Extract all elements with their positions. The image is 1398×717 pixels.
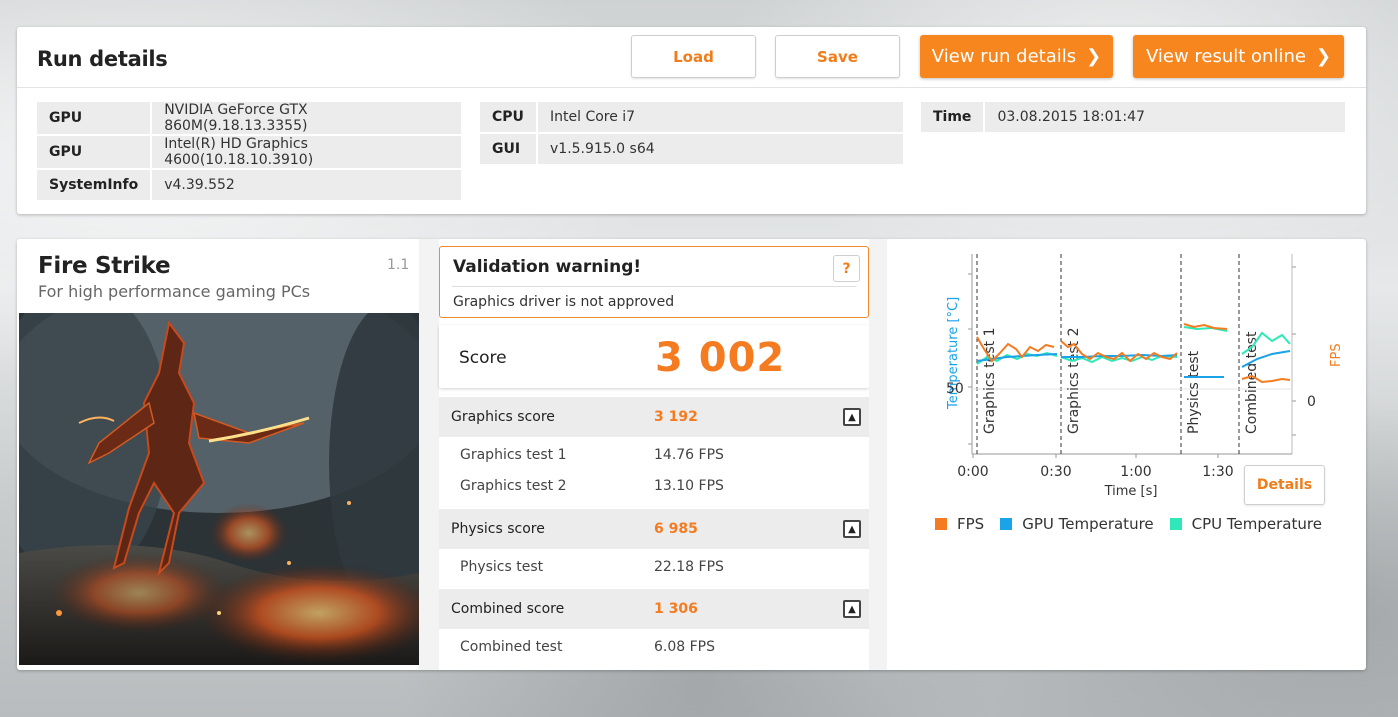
graphics-test-2-label: Graphics test 2 bbox=[460, 478, 567, 494]
info-row: GPU NVIDIA GeForce GTX 860M(9.18.13.3355… bbox=[37, 102, 461, 134]
physics-score-row[interactable]: Physics score 6 985 ▲ bbox=[439, 509, 869, 549]
legend-label: FPS bbox=[957, 515, 985, 533]
legend-swatch bbox=[1000, 518, 1013, 530]
collapse-icon[interactable]: ▲ bbox=[843, 520, 861, 538]
view-run-details-button[interactable]: View run details ❯ bbox=[920, 35, 1113, 78]
info-key: GPU bbox=[37, 102, 153, 134]
legend-label: CPU Temperature bbox=[1191, 515, 1322, 533]
view-result-online-button[interactable]: View result online ❯ bbox=[1133, 35, 1344, 78]
x-tick-label: 0:00 bbox=[957, 464, 988, 480]
load-button[interactable]: Load bbox=[631, 35, 756, 78]
validation-warning: Validation warning! ? Graphics driver is… bbox=[439, 246, 869, 318]
score-value: 3 002 bbox=[655, 335, 786, 381]
physics-test-value: 22.18 FPS bbox=[654, 559, 724, 575]
info-key: SystemInfo bbox=[37, 170, 153, 200]
graphics-test-2-value: 13.10 FPS bbox=[654, 478, 724, 494]
benchmark-version: 1.1 bbox=[387, 257, 410, 273]
info-key: Time bbox=[921, 102, 986, 132]
load-button-label: Load bbox=[673, 47, 714, 66]
legend-label: GPU Temperature bbox=[1022, 515, 1154, 533]
benchmark-title: Fire Strike bbox=[38, 253, 171, 279]
physics-score-label: Physics score bbox=[451, 521, 545, 537]
panel-separator bbox=[419, 239, 439, 670]
section-label: Graphics test 1 bbox=[982, 327, 998, 434]
physics-test-row: Physics test 22.18 FPS bbox=[439, 552, 869, 583]
total-score: Score 3 002 bbox=[439, 325, 869, 388]
legend-item-fps[interactable]: FPS bbox=[935, 515, 984, 533]
panel-separator bbox=[869, 239, 887, 670]
chevron-right-icon: ❯ bbox=[1086, 46, 1102, 67]
validation-message: Graphics driver is not approved bbox=[453, 294, 675, 310]
info-value: Intel Core i7 bbox=[538, 102, 903, 132]
info-value: Intel(R) HD Graphics 4600(10.18.10.3910) bbox=[152, 136, 461, 168]
help-button[interactable]: ? bbox=[833, 255, 860, 282]
benchmark-subtitle: For high performance gaming PCs bbox=[38, 282, 311, 301]
benchmark-panel: Fire Strike For high performance gaming … bbox=[17, 239, 1366, 670]
info-table-right: Time 03.08.2015 18:01:47 bbox=[921, 100, 1345, 134]
info-table-left: GPU NVIDIA GeForce GTX 860M(9.18.13.3355… bbox=[37, 100, 461, 202]
info-value: 03.08.2015 18:01:47 bbox=[985, 102, 1345, 132]
info-value: v1.5.915.0 s64 bbox=[538, 134, 903, 164]
info-row: GUI v1.5.915.0 s64 bbox=[480, 134, 903, 164]
right-axis-label: FPS bbox=[1329, 343, 1342, 367]
info-row: SystemInfo v4.39.552 bbox=[37, 170, 461, 200]
x-tick-label: 1:30 bbox=[1202, 464, 1233, 480]
validation-title: Validation warning! bbox=[453, 257, 642, 277]
collapse-icon[interactable]: ▲ bbox=[843, 408, 861, 426]
graphics-score-value: 3 192 bbox=[654, 409, 698, 425]
question-icon: ? bbox=[842, 260, 851, 277]
graphics-score-label: Graphics score bbox=[451, 409, 555, 425]
x-axis-label: Time [s] bbox=[1104, 484, 1158, 499]
section-label: Physics test bbox=[1186, 350, 1202, 434]
info-row: CPU Intel Core i7 bbox=[480, 102, 903, 132]
chart-legend: FPS GPU Temperature CPU Temperature bbox=[935, 515, 1322, 533]
legend-swatch bbox=[935, 518, 947, 530]
graphics-test-1-value: 14.76 FPS bbox=[654, 447, 724, 463]
combined-score-row[interactable]: Combined score 1 306 ▲ bbox=[439, 589, 869, 629]
physics-score-value: 6 985 bbox=[654, 521, 698, 537]
info-key: GUI bbox=[480, 134, 538, 164]
x-tick-label: 0:30 bbox=[1040, 464, 1071, 480]
legend-item-gpu-temperature[interactable]: GPU Temperature bbox=[1000, 515, 1154, 533]
info-table-mid: CPU Intel Core i7 GUI v1.5.915.0 s64 bbox=[480, 100, 903, 166]
legend-swatch bbox=[1169, 518, 1182, 530]
divider bbox=[17, 87, 1366, 88]
info-row: GPU Intel(R) HD Graphics 4600(10.18.10.3… bbox=[37, 136, 461, 168]
combined-test-row: Combined test 6.08 FPS bbox=[439, 632, 869, 663]
score-label: Score bbox=[459, 348, 507, 368]
info-row: Time 03.08.2015 18:01:47 bbox=[921, 102, 1345, 132]
info-value: NVIDIA GeForce GTX 860M(9.18.13.3355) bbox=[152, 102, 461, 134]
combined-test-label: Combined test bbox=[460, 639, 563, 655]
x-tick-label: 1:00 bbox=[1120, 464, 1151, 480]
physics-test-label: Physics test bbox=[460, 559, 544, 575]
graphics-score-row[interactable]: Graphics score 3 192 ▲ bbox=[439, 397, 869, 437]
run-details-panel: Run details Load Save View run details ❯… bbox=[17, 27, 1366, 214]
info-key: GPU bbox=[37, 136, 153, 168]
info-key: CPU bbox=[480, 102, 538, 132]
save-button[interactable]: Save bbox=[775, 35, 900, 78]
save-button-label: Save bbox=[817, 47, 858, 66]
divider bbox=[452, 286, 856, 287]
combined-score-value: 1 306 bbox=[654, 601, 698, 617]
chevron-right-icon: ❯ bbox=[1315, 46, 1332, 67]
combined-score-label: Combined score bbox=[451, 601, 565, 617]
combined-test-value: 6.08 FPS bbox=[654, 639, 716, 655]
details-button-label: Details bbox=[1256, 477, 1313, 493]
collapse-icon[interactable]: ▲ bbox=[843, 600, 861, 618]
right-tick-label: 0 bbox=[1307, 394, 1316, 410]
run-details-title: Run details bbox=[37, 47, 168, 71]
legend-item-cpu-temperature[interactable]: CPU Temperature bbox=[1169, 515, 1322, 533]
graphics-test-1-label: Graphics test 1 bbox=[460, 447, 567, 463]
info-value: v4.39.552 bbox=[152, 170, 461, 200]
view-run-details-label: View run details bbox=[931, 46, 1077, 67]
details-button[interactable]: Details bbox=[1244, 465, 1325, 505]
graphics-test-2-row: Graphics test 2 13.10 FPS bbox=[439, 471, 869, 502]
left-tick-label: 50 bbox=[946, 381, 964, 397]
benchmark-artwork bbox=[19, 313, 419, 665]
graphics-test-1-row: Graphics test 1 14.76 FPS bbox=[439, 440, 869, 471]
view-result-online-label: View result online bbox=[1145, 46, 1306, 67]
